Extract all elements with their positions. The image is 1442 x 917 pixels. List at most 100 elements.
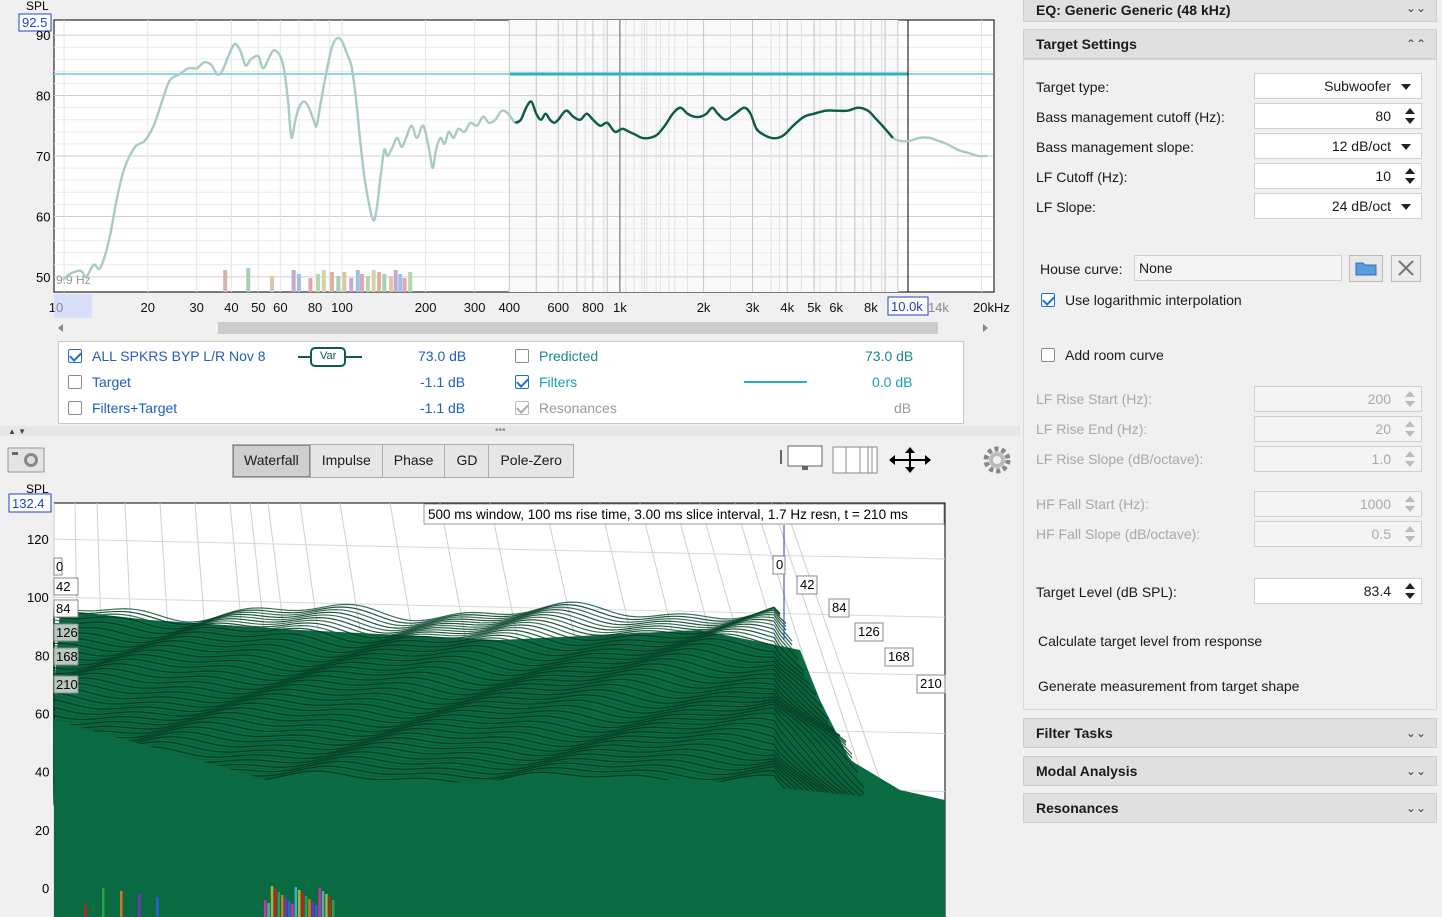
waterfall-y-tick: 40	[35, 765, 49, 780]
lf-slope-value: 24 dB/oct	[1331, 198, 1391, 214]
target-type-select[interactable]: Subwoofer	[1254, 73, 1422, 99]
hf-fall-slope-label: HF Fall Slope (dB/octave):	[1036, 526, 1201, 542]
dropdown-arrow-icon	[1401, 144, 1411, 150]
expand-chevron-icon[interactable]: ⌄⌄	[1406, 794, 1426, 822]
spinner-icon	[1403, 390, 1417, 408]
waterfall-bar	[298, 890, 301, 917]
waterfall-y-tick-labels: 120 100 80 60 40 20 0	[27, 532, 49, 896]
slice-label-right: 168	[888, 649, 910, 664]
waterfall-bar	[318, 888, 321, 917]
waterfall-bar	[270, 886, 274, 917]
hf-fall-start-input: 1000	[1254, 491, 1422, 517]
log-interp-checkbox[interactable]	[1041, 293, 1055, 307]
spinner-icon	[1403, 450, 1417, 468]
waterfall-bar	[328, 897, 332, 917]
slice-label-right: 0	[776, 557, 783, 572]
waterfall-y-tick: 20	[35, 823, 49, 838]
expand-chevron-icon[interactable]: ⌄⌄	[1406, 719, 1426, 747]
waterfall-bar	[321, 891, 325, 917]
waterfall-bar	[277, 892, 281, 917]
dropdown-arrow-icon	[1401, 84, 1411, 90]
log-interp-label: Use logarithmic interpolation	[1065, 292, 1242, 308]
lf-cutoff-value: 10	[1375, 168, 1391, 184]
bm-cutoff-value: 80	[1375, 108, 1391, 124]
eq-title: EQ: Generic Generic (48 kHz)	[1036, 2, 1231, 18]
lf-cutoff-label: LF Cutoff (Hz):	[1036, 169, 1128, 185]
lf-slope-select[interactable]: 24 dB/oct	[1254, 193, 1422, 219]
waterfall-info: 500 ms window, 100 ms rise time, 3.00 ms…	[428, 507, 908, 522]
lf-rise-start-label: LF Rise Start (Hz):	[1036, 391, 1152, 407]
house-curve-field[interactable]: None	[1134, 255, 1342, 281]
lf-rise-start-value: 200	[1367, 391, 1391, 407]
bm-cutoff-label: Bass management cutoff (Hz):	[1036, 109, 1225, 125]
eq-header[interactable]: EQ: Generic Generic (48 kHz) ⌄⌄	[1023, 0, 1437, 22]
resonances-title: Resonances	[1036, 800, 1119, 816]
waterfall-bar	[291, 904, 294, 917]
waterfall-bar	[325, 894, 328, 917]
slice-label-right: 84	[832, 600, 846, 615]
generate-measurement-button[interactable]: Generate measurement from target shape	[1038, 678, 1299, 694]
folder-icon[interactable]	[1349, 255, 1383, 282]
slice-label-left: 84	[56, 601, 70, 616]
hf-fall-start-label: HF Fall Start (Hz):	[1036, 496, 1149, 512]
bm-cutoff-input[interactable]: 80	[1254, 103, 1422, 129]
collapse-chevron-icon[interactable]: ⌃⌃	[1406, 30, 1426, 58]
slice-label-left: 126	[56, 625, 78, 640]
lf-rise-slope-value: 1.0	[1371, 451, 1391, 467]
waterfall-bar	[284, 898, 287, 917]
hf-fall-slope-input: 0.5	[1254, 521, 1422, 547]
waterfall-bar	[102, 888, 105, 917]
waterfall-y-tick: 100	[27, 590, 49, 605]
spinner-icon	[1403, 525, 1417, 543]
lf-rise-slope-label: LF Rise Slope (dB/octave):	[1036, 451, 1204, 467]
waterfall-bar	[138, 894, 141, 917]
calc-target-level-button[interactable]: Calculate target level from response	[1038, 633, 1262, 649]
target-level-value: 83.4	[1363, 583, 1391, 599]
waterfall-y-tick: 120	[27, 532, 49, 547]
waterfall-bar	[301, 893, 304, 917]
slice-label-right: 126	[858, 624, 880, 639]
slice-label-right: 42	[800, 577, 814, 592]
waterfall-y-tick: 0	[42, 881, 49, 896]
lf-rise-end-input: 20	[1254, 416, 1422, 442]
hf-fall-start-value: 1000	[1359, 496, 1391, 512]
room-curve-checkbox[interactable]	[1041, 348, 1055, 362]
target-settings-title: Target Settings	[1036, 36, 1137, 52]
bm-slope-select[interactable]: 12 dB/oct	[1254, 133, 1422, 159]
waterfall-bar	[267, 903, 270, 917]
bm-slope-value: 12 dB/oct	[1331, 138, 1391, 154]
slice-label-left: 42	[56, 579, 70, 594]
resonances-header[interactable]: Resonances ⌄⌄	[1023, 793, 1437, 823]
hf-fall-slope-value: 0.5	[1371, 526, 1391, 542]
spinner-icon[interactable]	[1403, 107, 1417, 125]
waterfall-bar	[84, 905, 87, 917]
waterfall-bar	[264, 900, 267, 917]
waterfall-bar	[315, 905, 318, 917]
modal-analysis-header[interactable]: Modal Analysis ⌄⌄	[1023, 756, 1437, 786]
slice-label-left: 168	[56, 649, 78, 664]
clear-icon[interactable]	[1391, 255, 1421, 282]
spinner-icon[interactable]	[1403, 167, 1417, 185]
spinner-icon	[1403, 495, 1417, 513]
slice-label-left: 0	[56, 559, 63, 574]
waterfall-bar	[294, 887, 298, 917]
waterfall-chart[interactable]: SPL 132.4 120100806040200 500 ms window,…	[0, 0, 1015, 917]
target-settings-header[interactable]: Target Settings ⌃⌃	[1023, 29, 1437, 59]
expand-chevron-icon[interactable]: ⌄⌄	[1406, 757, 1426, 785]
room-curve-label: Add room curve	[1065, 347, 1164, 363]
waterfall-bar	[308, 899, 311, 917]
waterfall-bar	[120, 891, 123, 917]
lf-rise-end-value: 20	[1375, 421, 1391, 437]
expand-chevron-icon[interactable]: ⌄⌄	[1406, 0, 1426, 22]
lf-cutoff-input[interactable]: 10	[1254, 163, 1422, 189]
waterfall-bar	[332, 900, 335, 917]
modal-analysis-title: Modal Analysis	[1036, 763, 1138, 779]
waterfall-y-cursor-value: 132.4	[12, 496, 45, 511]
bm-slope-label: Bass management slope:	[1036, 139, 1194, 155]
spinner-icon[interactable]	[1403, 582, 1417, 600]
filter-tasks-title: Filter Tasks	[1036, 725, 1113, 741]
filter-tasks-header[interactable]: Filter Tasks ⌄⌄	[1023, 718, 1437, 748]
target-level-input[interactable]: 83.4	[1254, 578, 1422, 604]
waterfall-y-tick: 80	[35, 648, 49, 663]
lf-slope-label: LF Slope:	[1036, 199, 1096, 215]
